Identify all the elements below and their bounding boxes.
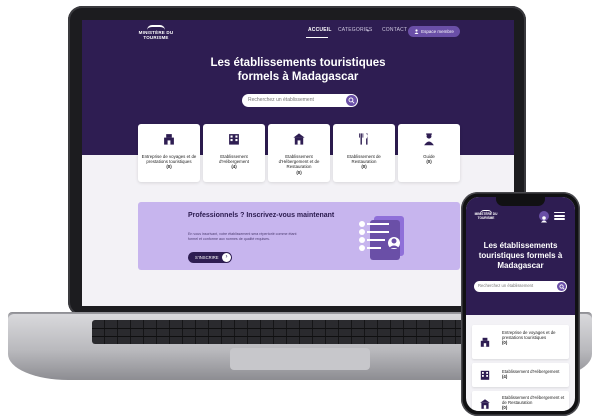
category-label: Entreprise de voyages et de prestations … bbox=[141, 154, 197, 165]
search-icon bbox=[348, 97, 355, 104]
signup-banner: Professionnels ? Inscrivez-vous maintena… bbox=[138, 202, 460, 270]
mobile-page-title: Les établissements touristiques formels … bbox=[478, 241, 563, 270]
mobile-search-input[interactable] bbox=[478, 283, 554, 288]
category-card-lodging-restaurant[interactable]: Etablissement d'Hébergement et de Restau… bbox=[268, 124, 330, 182]
mobile-search-bar bbox=[474, 281, 567, 292]
nav-active-indicator bbox=[306, 37, 328, 38]
mobile-category-label: Etablissement d'Hébergement bbox=[502, 369, 560, 374]
user-icon bbox=[414, 29, 419, 34]
arrow-right-icon: › bbox=[222, 253, 231, 262]
mobile-category-count: (0) bbox=[502, 340, 508, 345]
mobile-logo-line2: TOURISME bbox=[477, 215, 495, 220]
mobile-search-button[interactable] bbox=[557, 282, 566, 291]
hotel-icon bbox=[480, 399, 490, 409]
search-button[interactable] bbox=[346, 95, 357, 106]
page-title: Les établissements touristiques formels … bbox=[210, 57, 386, 83]
category-count: (0) bbox=[166, 164, 172, 170]
search-bar bbox=[242, 94, 358, 107]
hamburger-menu-icon[interactable] bbox=[554, 212, 565, 220]
category-card-guide[interactable]: Guide (0) bbox=[398, 124, 460, 182]
checklist-illustration bbox=[359, 216, 404, 260]
nav-home[interactable]: ACCUEIL bbox=[308, 27, 332, 33]
building-icon bbox=[229, 134, 239, 145]
signup-button[interactable]: S'INSCRIRE › bbox=[188, 252, 232, 263]
category-card-travel[interactable]: Entreprise de voyages et de prestations … bbox=[138, 124, 200, 182]
mobile-logo[interactable]: MINISTÈRE DU TOURISME bbox=[474, 210, 498, 220]
mobile-category-count: (4) bbox=[502, 374, 508, 379]
category-label: Etablissement d'Hébergement et de Restau… bbox=[278, 154, 320, 170]
nav-contact[interactable]: CONTACT bbox=[382, 27, 407, 33]
mobile-page: MINISTÈRE DU TOURISME Les établissements… bbox=[466, 197, 575, 411]
laptop-trackpad bbox=[230, 348, 370, 370]
user-icon bbox=[541, 216, 547, 223]
category-label: Etablissement de Restauration bbox=[347, 154, 381, 165]
shop-icon bbox=[164, 134, 174, 145]
shop-icon bbox=[480, 337, 490, 347]
logo-line2: TOURISME bbox=[143, 35, 169, 40]
building-icon bbox=[480, 370, 490, 380]
guide-icon bbox=[424, 133, 434, 146]
signup-text: En vous inscrivant, votre établissement … bbox=[188, 232, 297, 241]
category-count: (4) bbox=[231, 164, 237, 170]
category-count: (0) bbox=[296, 169, 302, 175]
top-nav: MINISTÈRE DU TOURISME ACCUEIL CATEGORIES… bbox=[82, 20, 514, 42]
mobile-category-count: (0) bbox=[502, 405, 508, 410]
signup-button-label: S'INSCRIRE bbox=[195, 255, 219, 260]
mobile-category-card[interactable]: Etablissement d'Hébergement (4) bbox=[472, 363, 569, 387]
restaurant-icon bbox=[359, 133, 368, 145]
category-cards: Entreprise de voyages et de prestations … bbox=[138, 124, 460, 182]
mobile-category-label: Etablissement d'Hébergement et de Restau… bbox=[502, 395, 565, 405]
mobile-hero: MINISTÈRE DU TOURISME Les établissements… bbox=[466, 197, 575, 315]
mobile-category-card[interactable]: Etablissement d'Hébergement et de Restau… bbox=[472, 391, 569, 411]
signup-title: Professionnels ? Inscrivez-vous maintena… bbox=[188, 212, 335, 219]
user-avatar-button[interactable] bbox=[539, 211, 549, 223]
category-label: Etablissement d'Hébergement bbox=[219, 154, 249, 165]
search-input[interactable] bbox=[248, 97, 342, 103]
mobile-category-label: Entreprise de voyages et de prestations … bbox=[502, 330, 556, 340]
category-count: (0) bbox=[426, 159, 432, 165]
phone-notch bbox=[496, 197, 545, 206]
category-count: (0) bbox=[361, 164, 367, 170]
desktop-page: MINISTÈRE DU TOURISME ACCUEIL CATEGORIES… bbox=[82, 20, 514, 306]
category-card-restaurant[interactable]: Etablissement de Restauration (0) bbox=[333, 124, 395, 182]
laptop-keyboard bbox=[92, 320, 508, 344]
category-card-lodging[interactable]: Etablissement d'Hébergement (4) bbox=[203, 124, 265, 182]
mobile-category-card[interactable]: Entreprise de voyages et de prestations … bbox=[472, 325, 569, 359]
site-logo[interactable]: MINISTÈRE DU TOURISME bbox=[138, 25, 174, 40]
member-area-button[interactable]: Espace membre bbox=[408, 26, 460, 37]
chevron-down-icon: ▾ bbox=[367, 28, 370, 33]
hotel-icon bbox=[293, 133, 305, 145]
member-area-label: Espace membre bbox=[421, 29, 454, 34]
search-icon bbox=[558, 283, 565, 290]
